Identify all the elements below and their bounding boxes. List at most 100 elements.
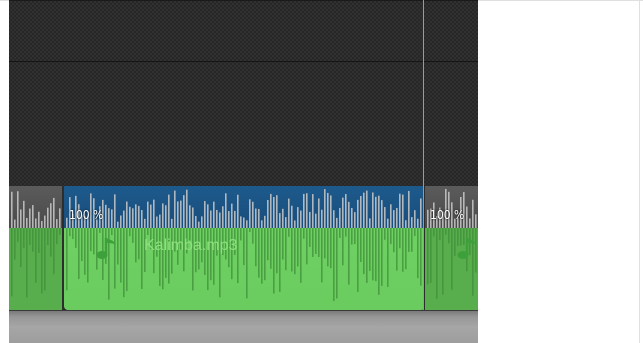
waveform-peak xyxy=(414,210,416,228)
waveform-trough xyxy=(270,228,272,269)
waveform-trough xyxy=(354,228,356,245)
waveform-trough xyxy=(47,228,49,246)
waveform-peak xyxy=(231,203,233,228)
waveform-trough xyxy=(417,228,419,279)
waveform-peak xyxy=(402,194,404,228)
waveform-peak xyxy=(306,193,308,228)
waveform-trough xyxy=(267,228,269,261)
waveform-peak xyxy=(195,216,197,228)
waveform-peak xyxy=(35,218,37,228)
waveform-peak xyxy=(276,195,278,228)
waveform-peak xyxy=(243,217,245,228)
waveform-peak xyxy=(330,195,332,228)
waveform-peak xyxy=(357,199,359,228)
waveform-peak xyxy=(372,192,374,228)
timeline-scrollbar[interactable] xyxy=(9,310,478,343)
clip-boundary[interactable] xyxy=(62,186,64,310)
waveform-trough xyxy=(255,228,257,267)
waveform-peak xyxy=(177,201,179,228)
waveform-peak xyxy=(249,199,251,228)
waveform-peak xyxy=(174,190,176,228)
waveform-trough xyxy=(147,228,149,236)
waveform-peak xyxy=(66,217,68,228)
waveform-trough xyxy=(38,228,40,254)
waveform-trough xyxy=(396,228,398,271)
audio-clip-right[interactable]: 100 % xyxy=(425,186,478,310)
music-note-icon xyxy=(96,238,116,259)
waveform-peak xyxy=(59,208,61,228)
audio-clip-left[interactable] xyxy=(9,186,62,310)
waveform-trough xyxy=(26,228,28,298)
waveform-trough xyxy=(363,228,365,275)
waveform-peak xyxy=(201,216,203,228)
waveform-peak xyxy=(363,192,365,228)
waveform-peak xyxy=(108,208,110,228)
waveform-peak xyxy=(270,193,272,228)
waveform-peak xyxy=(427,209,429,228)
waveform-trough xyxy=(294,228,296,275)
waveform-peak xyxy=(204,201,206,228)
waveform-peak xyxy=(405,220,407,228)
waveform-peak xyxy=(264,215,266,228)
waveform-peak xyxy=(417,218,419,228)
waveform-trough xyxy=(264,228,266,281)
waveform-trough xyxy=(23,228,25,249)
waveform-peak xyxy=(126,201,128,228)
waveform-peak xyxy=(279,213,281,228)
waveform-peak xyxy=(141,210,143,228)
playhead[interactable] xyxy=(423,0,424,310)
waveform-peak xyxy=(246,220,248,228)
waveform-trough xyxy=(72,228,74,240)
waveform-peak xyxy=(384,207,386,228)
waveform-trough xyxy=(126,228,128,291)
waveform-peak xyxy=(297,207,299,228)
waveform-trough xyxy=(378,228,380,295)
waveform-peak xyxy=(234,210,236,228)
waveform-peak xyxy=(475,214,477,228)
waveform-peak xyxy=(23,200,25,228)
waveform-peak xyxy=(216,209,218,228)
waveform-peak xyxy=(50,203,52,228)
waveform-trough xyxy=(436,228,438,299)
waveform-peak xyxy=(29,208,31,228)
waveform-trough xyxy=(336,228,338,299)
waveform-trough xyxy=(141,228,143,290)
waveform-peak xyxy=(44,215,46,228)
waveform-peak xyxy=(17,191,19,228)
waveform-trough xyxy=(315,228,317,254)
waveform-trough xyxy=(384,228,386,240)
waveform-trough xyxy=(333,228,335,302)
waveform-trough xyxy=(430,228,432,283)
waveform-peak xyxy=(294,220,296,228)
waveform-peak xyxy=(150,204,152,228)
waveform-peak xyxy=(369,218,371,228)
waveform-trough xyxy=(240,228,242,241)
waveform-trough xyxy=(87,228,89,283)
waveform-peak xyxy=(20,209,22,228)
audio-clip-kalimba[interactable]: 100 % Kalimba.mp3 xyxy=(64,186,425,310)
waveform-peak xyxy=(408,190,410,228)
waveform-peak xyxy=(336,217,338,228)
waveform-trough xyxy=(375,228,377,282)
waveform-trough xyxy=(14,228,16,260)
waveform-peak xyxy=(252,201,254,228)
waveform-trough xyxy=(243,228,245,266)
waveform-trough xyxy=(282,228,284,260)
waveform-trough xyxy=(390,228,392,245)
waveform-trough xyxy=(300,228,302,283)
waveform-peak xyxy=(273,197,275,228)
waveform-peak xyxy=(342,197,344,228)
waveform-trough xyxy=(345,228,347,237)
waveform-trough xyxy=(321,228,323,283)
waveform-trough xyxy=(135,228,137,263)
waveform-peak xyxy=(53,197,55,228)
audio-timeline[interactable]: 100 % Kalimba.mp3 100 % xyxy=(9,0,478,343)
waveform-trough xyxy=(138,228,140,260)
waveform-peak xyxy=(189,205,191,228)
waveform-peak xyxy=(466,206,468,228)
waveform-peak xyxy=(411,217,413,228)
waveform-trough xyxy=(348,228,350,285)
waveform-peak xyxy=(255,208,257,228)
clip-gain-label: 100 % xyxy=(430,208,465,222)
waveform-peak xyxy=(339,207,341,228)
